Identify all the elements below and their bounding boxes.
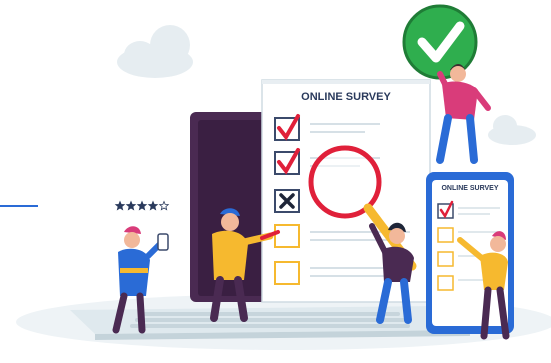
star-empty-icon [158,200,170,211]
star-filled-icon [136,200,148,211]
illustration-canvas: ONLINE SURVEY ONLINE SURVEY [0,4,551,350]
checkbox-3 [274,189,300,213]
star-filled-icon [147,200,159,211]
star-rating [114,200,170,211]
left-accent-line [0,205,38,207]
star-filled-icon [125,200,137,211]
check-badge [402,4,478,80]
checkbox-2 [274,148,300,175]
checkbox-4 [274,224,300,248]
phone-checkbox-2 [437,227,454,243]
star-filled-icon [114,200,126,211]
phone-survey-title: ONLINE SURVEY [441,185,498,192]
cloud-left [117,25,193,78]
phone-checkbox-4 [437,275,454,291]
checkbox-5 [274,261,300,285]
survey-illustration: ONLINE SURVEY ONLINE SURVEY [0,0,551,363]
phone-icon [157,233,169,251]
phone-checkbox-3 [437,251,454,267]
cloud-right [488,115,536,145]
main-survey-title: ONLINE SURVEY [301,91,391,103]
checkbox-1 [274,114,300,141]
